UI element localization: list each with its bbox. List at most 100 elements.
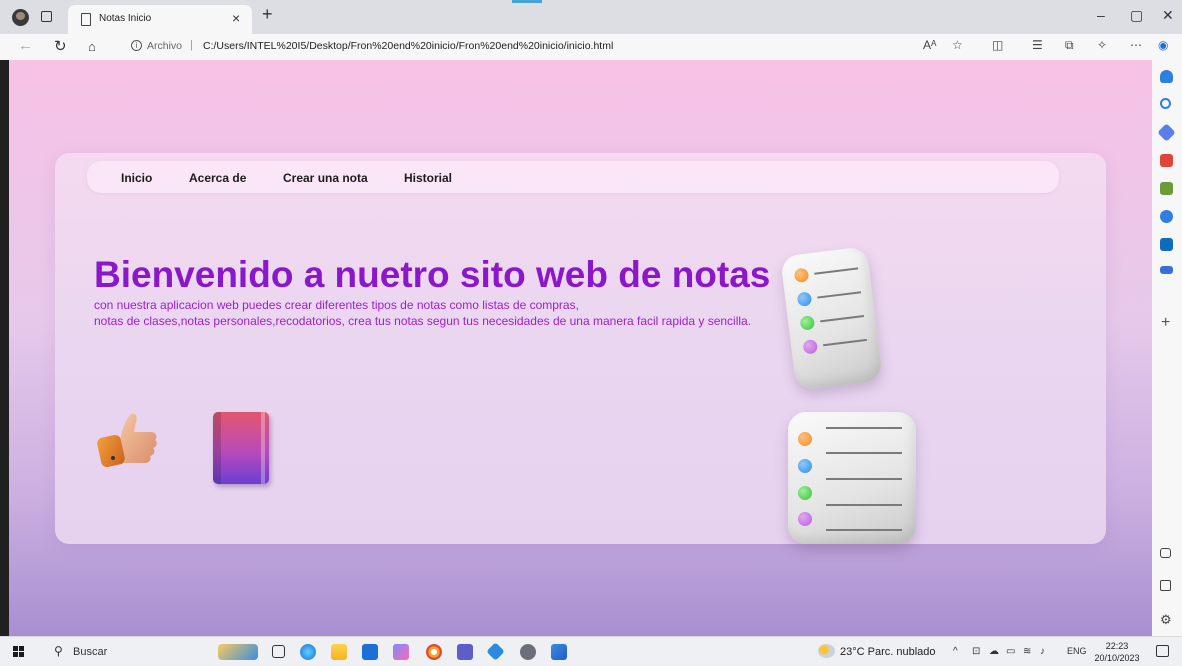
purple-dot — [802, 338, 819, 355]
site-navbar: Inicio Acerca de Crear una nota Historia… — [87, 161, 1059, 193]
minimize-button[interactable]: – — [1097, 7, 1105, 23]
more-options-icon[interactable]: ⋯ — [1130, 38, 1142, 52]
info-icon[interactable]: i — [131, 40, 142, 51]
tools-briefcase-icon[interactable] — [1160, 154, 1173, 167]
hero-title: Bienvenido a nuetro sito web de notas — [94, 254, 771, 295]
box-app-icon[interactable] — [520, 644, 536, 660]
language-indicator[interactable]: ENG — [1067, 646, 1087, 656]
taskbar-search-icon[interactable]: ⚲ — [54, 644, 63, 658]
clock[interactable]: 22:23 20/10/2023 — [1093, 640, 1141, 664]
games-icon[interactable] — [1160, 182, 1173, 195]
favorite-star-icon[interactable]: ☆ — [952, 38, 963, 52]
hero-text-line-1: con nuestra aplicacion web puedes crear … — [94, 298, 579, 312]
notifications-icon[interactable] — [1156, 645, 1169, 657]
teams-icon[interactable] — [457, 644, 473, 660]
url-separator: | — [190, 39, 193, 51]
bell-icon[interactable] — [1160, 70, 1173, 83]
green-dot — [798, 486, 812, 500]
new-tab-button[interactable]: + — [262, 4, 273, 25]
hide-sidebar-icon[interactable] — [1160, 548, 1171, 558]
green-dot — [799, 315, 816, 331]
hero-description: con nuestra aplicacion web puedes crear … — [94, 297, 784, 329]
clock-time: 22:23 — [1105, 641, 1129, 651]
volume-icon[interactable]: ♪ — [1040, 646, 1045, 657]
hero-text-line-2: notas de clases,notas personales,recodat… — [94, 314, 752, 328]
tab-strip: Notas Inicio × + – ▢ ✕ — [0, 0, 1182, 34]
notebook-icon — [213, 412, 269, 484]
thumbs-up-icon — [97, 413, 157, 468]
tab-notas-inicio[interactable]: Notas Inicio × — [68, 5, 252, 34]
note-line — [826, 452, 902, 454]
send-icon[interactable] — [1160, 266, 1173, 274]
favorites-list-icon[interactable]: ☰ — [1032, 38, 1043, 52]
orange-dot — [798, 432, 812, 446]
url-scheme-label: Archivo — [147, 40, 183, 52]
mail-icon[interactable] — [362, 644, 378, 660]
widget-news-icon[interactable] — [218, 644, 258, 660]
nav-inicio[interactable]: Inicio — [121, 171, 152, 185]
weather-icon[interactable] — [818, 644, 835, 658]
extensions-icon[interactable]: ✧ — [1097, 38, 1107, 52]
refresh-icon[interactable]: ↻ — [54, 37, 67, 55]
windows-taskbar: ⚲ Buscar 23°C Parc. nublado ^ ⊡ ☁ ▭ ≋ ♪ … — [0, 636, 1182, 666]
tab-strip-accent — [512, 0, 542, 3]
note-line — [826, 504, 902, 506]
note-line — [826, 427, 902, 429]
page-icon — [81, 13, 91, 26]
search-icon[interactable] — [1160, 98, 1171, 109]
onedrive-icon[interactable]: ☁ — [989, 646, 999, 657]
address-input[interactable]: C:/Users/INTEL%20I5/Desktop/Fron%20end%2… — [203, 40, 613, 52]
close-window-button[interactable]: ✕ — [1162, 7, 1174, 24]
checklist-card-icon — [788, 412, 916, 544]
nav-historial[interactable]: Historial — [404, 171, 452, 185]
settings-gear-icon[interactable]: ⚙ — [1160, 612, 1172, 628]
note-line — [820, 315, 865, 323]
app-store-icon[interactable] — [393, 644, 409, 660]
taskbar-search-label[interactable]: Buscar — [73, 646, 107, 658]
profile-avatar[interactable] — [12, 9, 29, 26]
note-line — [826, 478, 902, 480]
task-view-icon[interactable] — [272, 645, 285, 658]
web-page: Inicio Acerca de Crear una nota Historia… — [9, 60, 1152, 636]
wifi-icon[interactable]: ≋ — [1023, 646, 1031, 657]
blue-dot — [798, 459, 812, 473]
clock-date: 20/10/2023 — [1094, 653, 1140, 663]
word-icon[interactable] — [551, 644, 567, 660]
restore-button[interactable]: ▢ — [1130, 7, 1143, 24]
blue-dot — [796, 291, 813, 307]
tray-app-icon[interactable]: ⊡ — [972, 646, 980, 657]
battery-icon[interactable]: ▭ — [1006, 646, 1015, 657]
add-sidebar-icon[interactable]: + — [1161, 314, 1170, 332]
note-line — [823, 338, 867, 347]
chrome-icon[interactable] — [426, 644, 442, 660]
back-icon[interactable]: ← — [18, 37, 33, 54]
read-aloud-icon[interactable]: Aᴬ — [923, 38, 936, 52]
shopping-tag-icon[interactable] — [1157, 123, 1176, 142]
windows-start-icon[interactable] — [13, 646, 25, 658]
edge-browser-icon[interactable] — [300, 644, 316, 660]
tab-title: Notas Inicio — [99, 13, 152, 24]
note-line — [826, 529, 902, 531]
note-line — [814, 267, 859, 275]
tab-actions-icon[interactable] — [41, 11, 52, 22]
home-icon[interactable]: ⌂ — [88, 39, 96, 54]
browser-sidebar: + ⚙ — [1152, 60, 1182, 636]
tab-close-button[interactable]: × — [232, 10, 240, 26]
tray-chevron-icon[interactable]: ^ — [953, 646, 958, 657]
vscode-icon[interactable] — [486, 642, 505, 661]
outlook-icon[interactable] — [1160, 238, 1173, 251]
orange-dot — [793, 267, 810, 284]
nav-crear-nota[interactable]: Crear una nota — [283, 171, 368, 185]
weather-text[interactable]: 23°C Parc. nublado — [840, 646, 936, 658]
file-explorer-icon[interactable] — [331, 644, 347, 660]
main-card: Inicio Acerca de Crear una nota Historia… — [55, 153, 1106, 544]
purple-dot — [798, 512, 812, 526]
open-external-icon[interactable] — [1160, 580, 1171, 591]
office-icon[interactable] — [1160, 210, 1173, 223]
nav-acerca-de[interactable]: Acerca de — [189, 171, 246, 185]
split-screen-icon[interactable]: ◫ — [992, 38, 1003, 52]
copilot-icon[interactable]: ◉ — [1158, 38, 1168, 52]
address-bar-row: ← ↻ ⌂ i Archivo | C:/Users/INTEL%20I5/De… — [0, 34, 1182, 60]
checklist-note-icon — [780, 246, 883, 391]
collections-icon[interactable]: ⧉ — [1065, 38, 1074, 53]
